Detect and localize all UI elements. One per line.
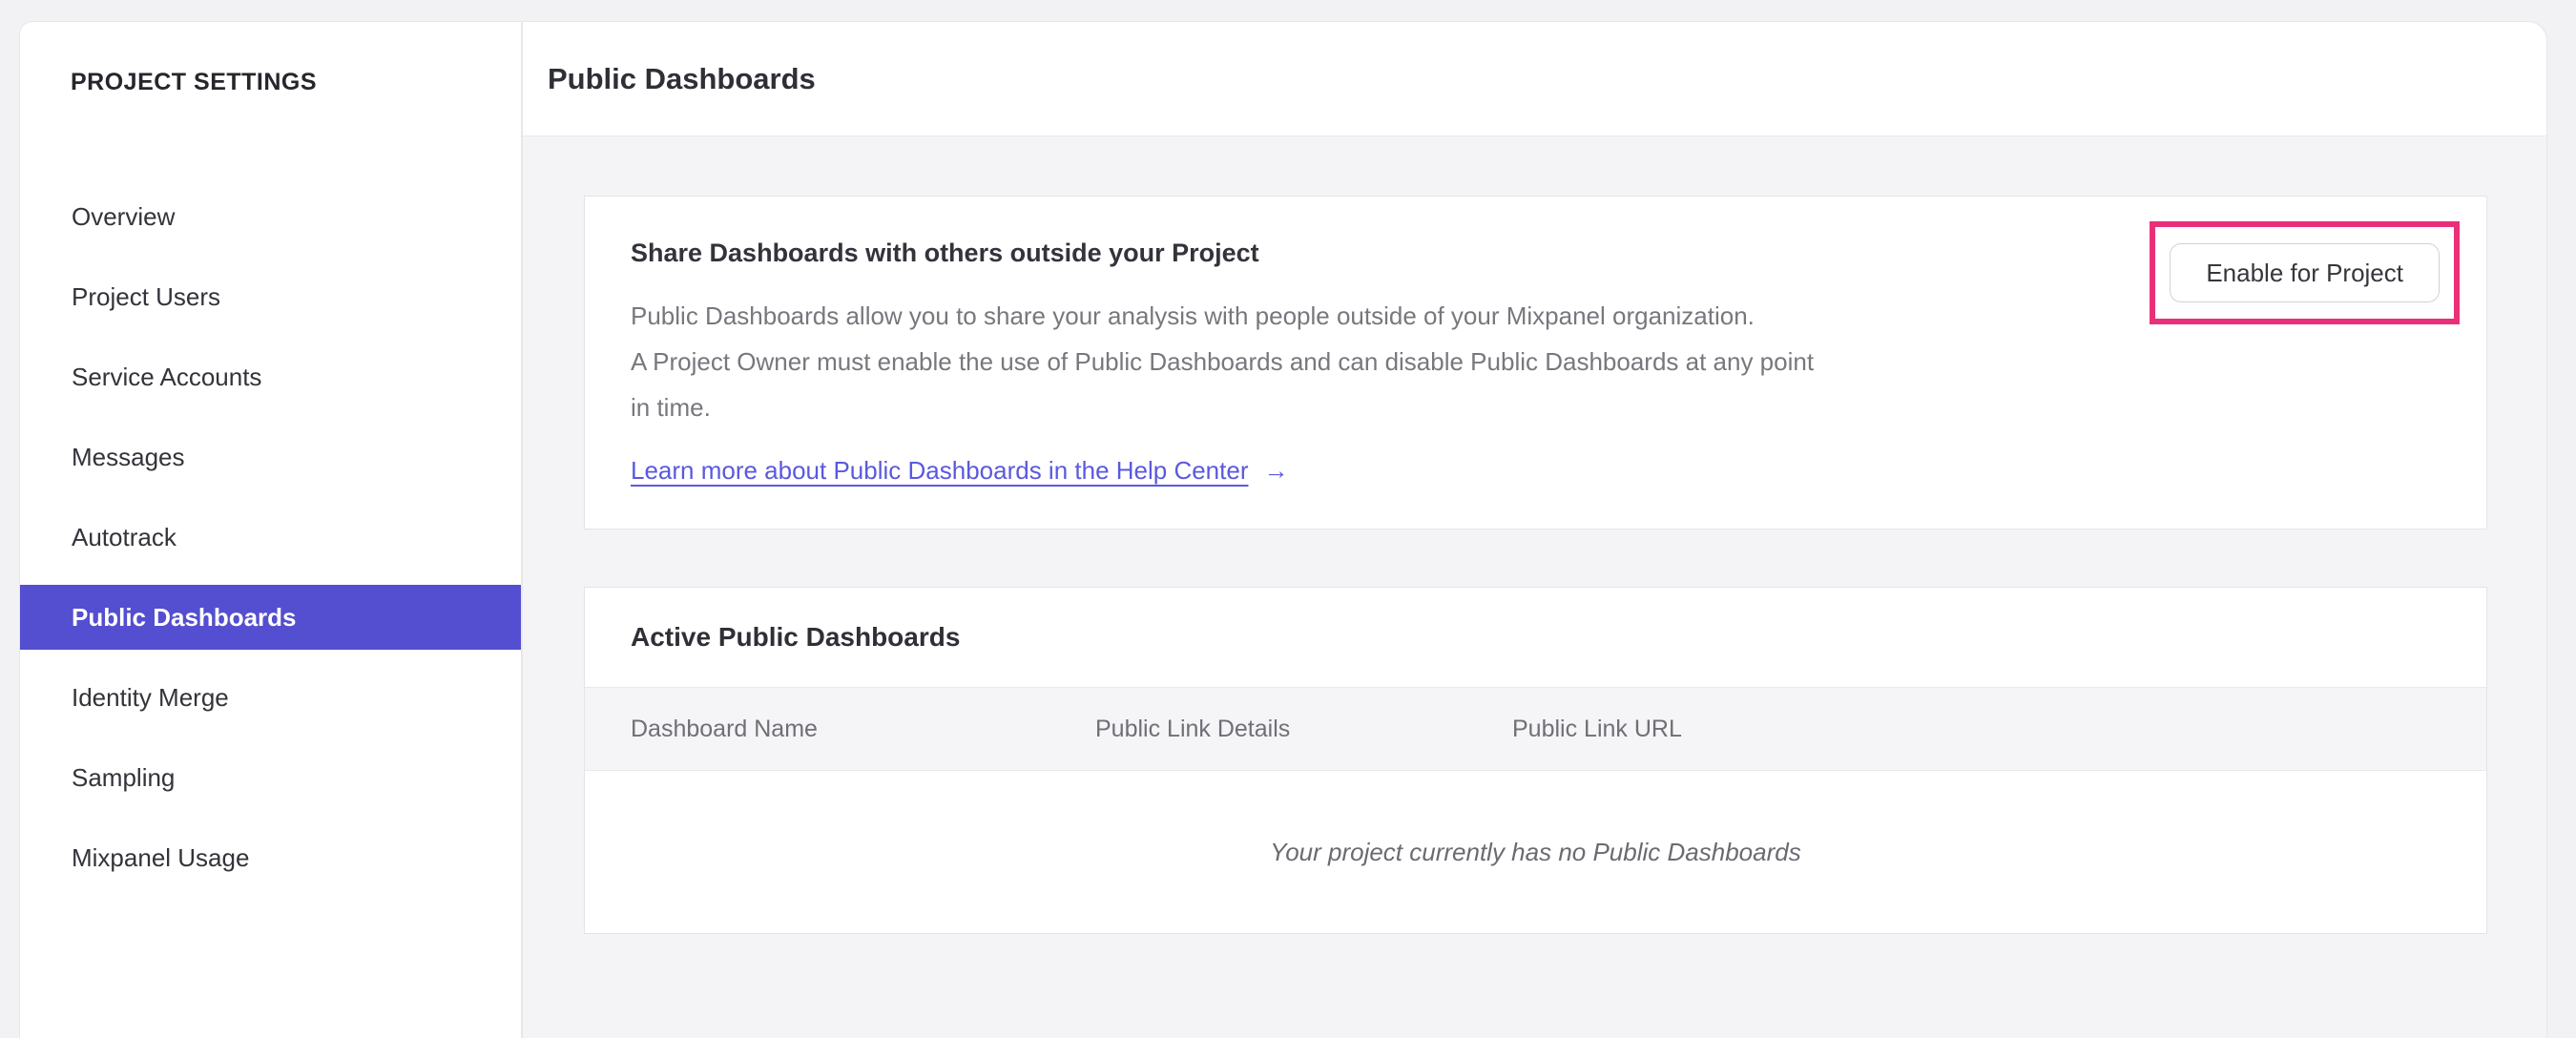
enable-for-project-button[interactable]: Enable for Project <box>2170 243 2440 302</box>
sidebar-title: PROJECT SETTINGS <box>71 69 318 95</box>
help-link-row: Learn more about Public Dashboards in th… <box>631 454 2441 487</box>
sidebar-item-sampling[interactable]: Sampling <box>20 745 521 810</box>
active-public-dashboards-card: Active Public Dashboards Dashboard Name … <box>584 587 2487 934</box>
sidebar-item-mixpanel-usage[interactable]: Mixpanel Usage <box>20 825 521 890</box>
share-card-description-line: in time. <box>631 393 711 422</box>
column-header-public-link-details: Public Link Details <box>1095 715 1291 742</box>
sidebar-item-messages[interactable]: Messages <box>20 425 521 489</box>
dashboards-table-header: Dashboard Name Public Link Details Publi… <box>585 687 2486 771</box>
project-settings-sidebar: PROJECT SETTINGS Overview Project Users … <box>19 21 522 1038</box>
sidebar-item-identity-merge[interactable]: Identity Merge <box>20 665 521 730</box>
share-dashboards-card: Share Dashboards with others outside you… <box>584 196 2487 529</box>
sidebar-item-project-users[interactable]: Project Users <box>20 264 521 329</box>
column-header-dashboard-name: Dashboard Name <box>631 715 818 742</box>
main-header: Public Dashboards <box>523 22 2546 136</box>
annotation-highlight-box: Enable for Project <box>2150 221 2460 324</box>
active-dashboards-heading: Active Public Dashboards <box>631 622 961 652</box>
sidebar-item-public-dashboards[interactable]: Public Dashboards <box>20 585 521 650</box>
help-center-link[interactable]: Learn more about Public Dashboards in th… <box>631 454 1249 487</box>
main-panel: Public Dashboards Share Dashboards with … <box>522 21 2547 1038</box>
sidebar-item-autotrack[interactable]: Autotrack <box>20 505 521 570</box>
sidebar-item-overview[interactable]: Overview <box>20 184 521 249</box>
sidebar-item-service-accounts[interactable]: Service Accounts <box>20 344 521 409</box>
page-title: Public Dashboards <box>548 61 816 95</box>
share-card-description-line: A Project Owner must enable the use of P… <box>631 347 1815 376</box>
arrow-right-icon: → <box>1263 456 1289 485</box>
column-header-public-link-url: Public Link URL <box>1512 715 1682 742</box>
empty-state-message: Your project currently has no Public Das… <box>1270 837 1801 866</box>
